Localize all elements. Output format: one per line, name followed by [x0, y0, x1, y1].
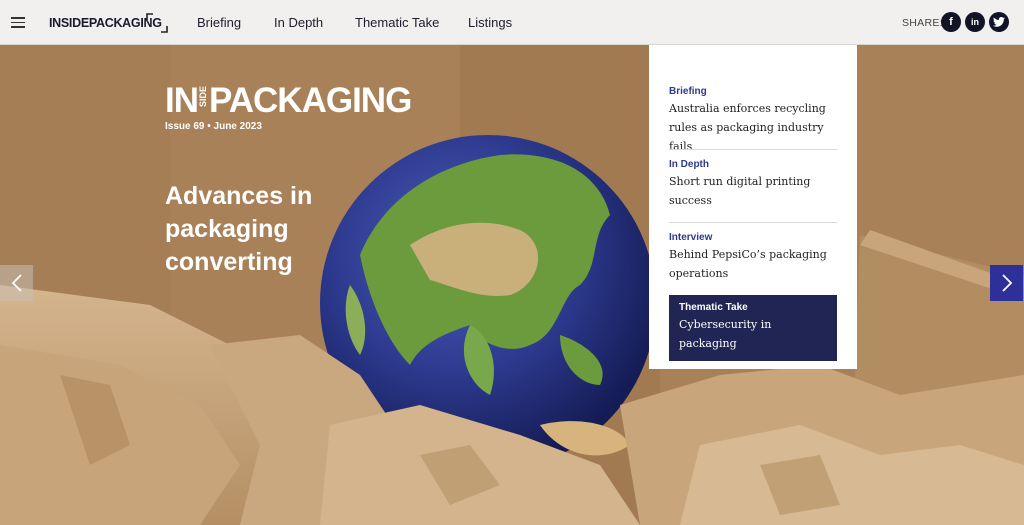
panel-item-category: In Depth	[669, 159, 709, 170]
nav-thematic-take[interactable]: Thematic Take	[355, 15, 439, 30]
panel-item-title: Short run digital printing success	[669, 175, 811, 207]
chevron-right-icon	[1001, 274, 1012, 292]
panel-item-title: Cybersecurity in packaging	[679, 318, 772, 350]
chevron-left-icon	[11, 274, 22, 292]
expand-icon[interactable]	[146, 13, 168, 33]
hero-banner: INSIDEPACKAGING Issue 69 • June 2023 Adv…	[0, 45, 1024, 525]
panel-item-title: Australia enforces recycling rules as pa…	[669, 102, 826, 153]
panel-item-thematic-take[interactable]: Thematic Take Cybersecurity in packaging	[669, 295, 837, 361]
panel-item-briefing[interactable]: Briefing Australia enforces recycling ru…	[669, 86, 837, 156]
linkedin-icon[interactable]: in	[965, 12, 985, 32]
top-navigation-bar: INSIDEPACKAGING Briefing In Depth Themat…	[0, 0, 1024, 45]
panel-item-in-depth[interactable]: In Depth Short run digital printing succ…	[669, 159, 837, 210]
panel-item-title: Behind PepsiCo’s packaging operations	[669, 248, 827, 280]
site-logo[interactable]: INSIDEPACKAGING	[49, 16, 162, 30]
nav-briefing[interactable]: Briefing	[197, 15, 241, 30]
divider	[669, 222, 837, 223]
panel-item-category: Briefing	[669, 86, 707, 97]
twitter-icon[interactable]	[989, 12, 1009, 32]
issue-contents-panel: Briefing Australia enforces recycling ru…	[649, 45, 857, 369]
carousel-next-button[interactable]	[990, 265, 1023, 301]
magazine-logo: INSIDEPACKAGING	[165, 81, 412, 120]
divider	[669, 149, 837, 150]
nav-in-depth[interactable]: In Depth	[274, 15, 323, 30]
nav-listings[interactable]: Listings	[468, 15, 512, 30]
carousel-prev-button[interactable]	[0, 265, 33, 301]
hero-background-image	[0, 45, 1024, 525]
panel-item-category: Thematic Take	[679, 302, 748, 313]
hamburger-menu-icon[interactable]	[11, 17, 25, 28]
issue-date: Issue 69 • June 2023	[165, 121, 262, 132]
hero-headline[interactable]: Advances in packaging converting	[165, 180, 365, 279]
panel-item-category: Interview	[669, 232, 713, 243]
share-label: SHARE:	[902, 17, 943, 29]
facebook-icon[interactable]: f	[941, 12, 961, 32]
panel-item-interview[interactable]: Interview Behind PepsiCo’s packaging ope…	[669, 232, 837, 283]
